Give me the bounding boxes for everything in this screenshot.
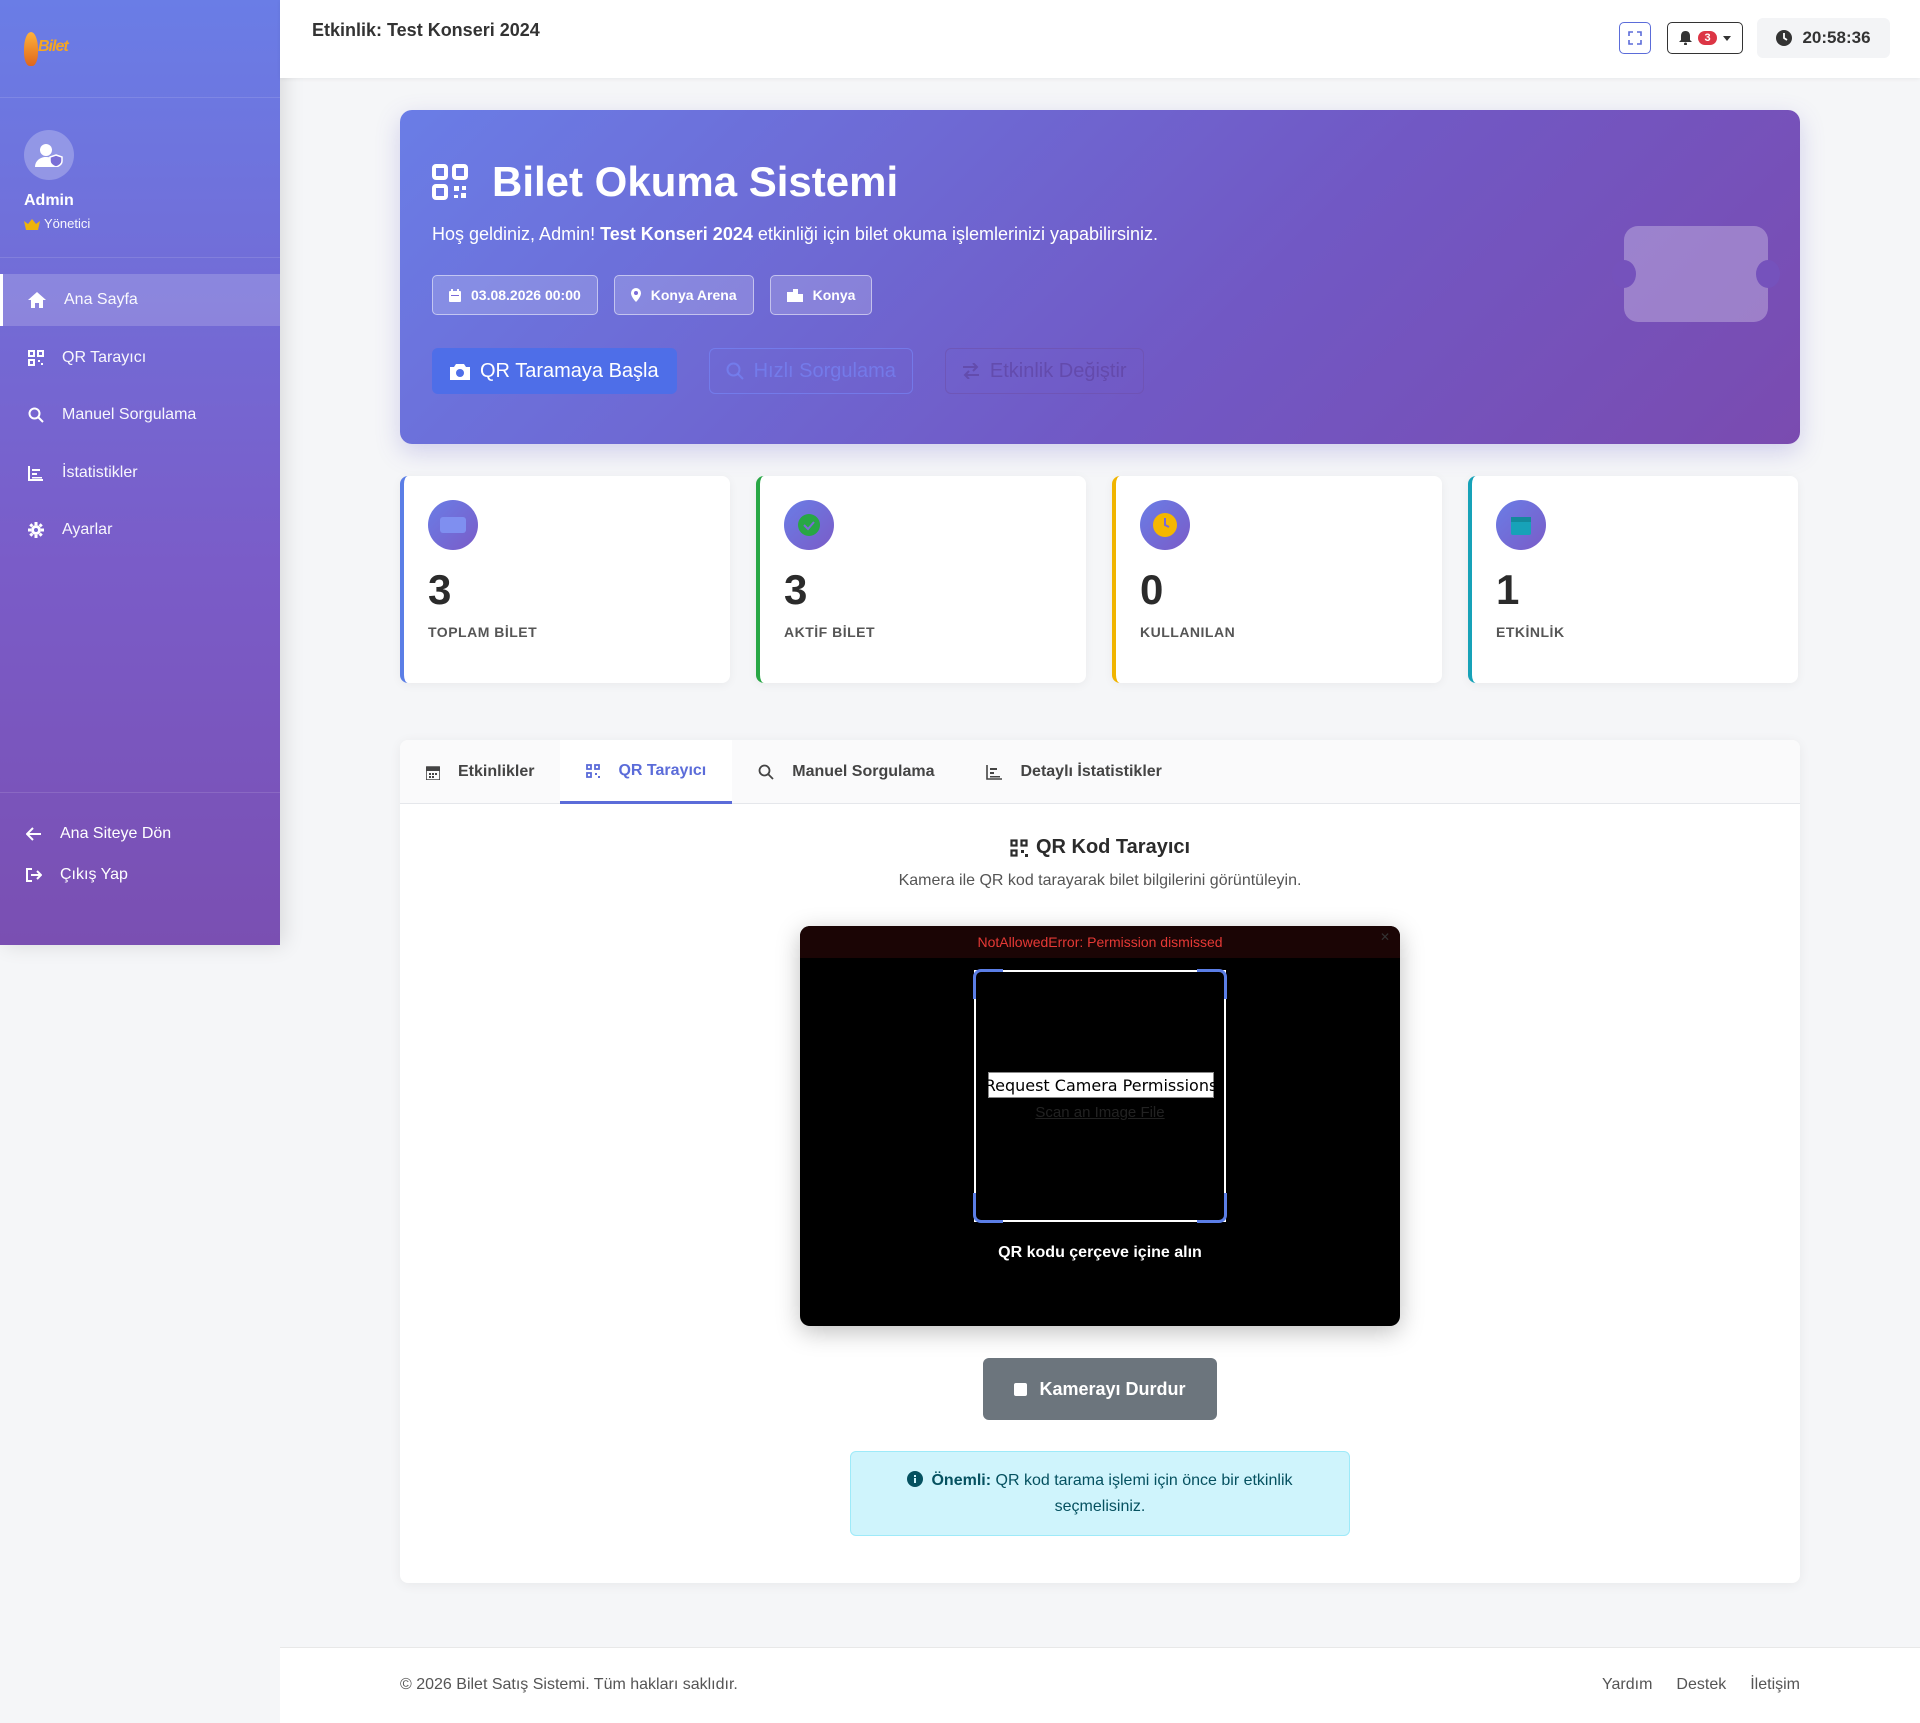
quick-query-button[interactable]: Hızlı Sorgulama [708,348,913,394]
sidebar-item-qr-scanner[interactable]: QR Tarayıcı [0,332,280,384]
back-to-site-link[interactable]: Ana Siteye Dön [0,813,280,854]
logout-icon [26,867,42,882]
chart-icon [986,764,1003,780]
scanner-subtitle: Kamera ile QR kod tarayarak bilet bilgil… [898,872,1302,889]
footer: © 2026 Bilet Satış Sistemi. Tüm hakları … [280,1647,1920,1723]
stat-card-used-tickets: 0 KULLANILAN [1112,476,1442,683]
stat-label: ETKİNLİK [1496,624,1565,640]
user-shield-icon [24,130,74,180]
gear-icon [28,522,44,538]
logo-mark: Bilet [22,24,74,74]
scanner-title: QR Kod Tarayıcı [400,836,1800,859]
calendar-icon [449,288,461,302]
sidebar-nav: Ana Sayfa QR Tarayıcı Manuel Sorgulama İ… [0,258,280,556]
stat-label: AKTİF BİLET [784,624,876,640]
event-info-chips: 03.08.2026 00:00 Konya Arena Konya [432,275,873,315]
clock-icon [1140,500,1190,550]
stop-camera-button[interactable]: Kamerayı Durdur [983,1358,1217,1420]
scan-hint: QR kodu çerçeve içine alın [998,1244,1202,1261]
camera-viewport: NotAllowedError: Permission dismissed ✕ … [800,926,1400,1326]
sidebar-item-manual-query[interactable]: Manuel Sorgulama [0,389,280,441]
tab-detailed-statistics[interactable]: Detaylı İstatistikler [960,740,1187,804]
event-city-chip: Konya [769,275,873,315]
stat-value: 3 [784,566,808,613]
scan-image-file-link[interactable]: Scan an Image File [976,1104,1224,1121]
sidebar-item-settings[interactable]: Ayarlar [0,504,280,556]
expand-icon [1628,31,1642,45]
tab-qr-scanner[interactable]: QR Tarayıcı [560,740,733,804]
arrow-left-icon [26,826,41,841]
qr-icon [432,164,468,200]
city-icon [786,288,803,302]
search-icon [28,407,44,423]
logout-link[interactable]: Çıkış Yap [0,854,280,895]
calendar-icon [426,765,440,780]
qr-icon [28,349,44,366]
exchange-icon [962,363,979,379]
camera-icon [450,363,470,380]
tab-bar: Etkinlikler QR Tarayıcı Manuel Sorgulama… [400,740,1800,804]
stat-value: 0 [1140,566,1164,613]
map-pin-icon [630,288,641,302]
ticket-icon [1612,226,1780,322]
event-venue-chip: Konya Arena [613,275,754,315]
scan-frame: Request Camera Permissions Scan an Image… [973,969,1227,1223]
clock: 20:58:36 [1757,18,1890,58]
qr-icon [586,763,601,778]
fullscreen-button[interactable] [1619,22,1651,54]
stop-icon [1014,1382,1028,1396]
copyright: © 2026 Bilet Satış Sistemi. Tüm hakları … [400,1676,738,1693]
stat-value: 3 [428,566,452,613]
check-circle-icon [784,500,834,550]
ticket-icon [428,500,478,550]
sidebar: Bilet Admin Yönetici Ana Sayfa QR Tarayı… [0,0,280,945]
chart-icon [28,465,43,481]
scanner-card: Etkinlikler QR Tarayıcı Manuel Sorgulama… [400,740,1800,1583]
page-title: Etkinlik: Test Konseri 2024 [312,20,540,40]
sidebar-item-home[interactable]: Ana Sayfa [0,274,280,326]
bell-icon [1679,31,1693,45]
home-icon [28,292,46,308]
stat-label: TOPLAM BİLET [428,624,538,640]
user-panel: Admin Yönetici [0,98,280,258]
sidebar-bottom: Ana Siteye Dön Çıkış Yap [0,792,280,895]
notification-badge: 3 [1698,31,1717,45]
notifications-button[interactable]: 3 [1667,22,1743,54]
clock-icon [1776,30,1793,46]
tab-events[interactable]: Etkinlikler [400,740,560,804]
user-name: Admin [24,192,74,209]
hero-title: Bilet Okuma Sistemi [432,158,898,206]
crown-icon [24,218,40,230]
chevron-down-icon [1722,35,1731,41]
stat-card-active-tickets: 3 AKTİF BİLET [756,476,1086,683]
footer-link-contact[interactable]: İletişim [1750,1676,1800,1694]
stat-card-events: 1 ETKİNLİK [1468,476,1798,683]
change-event-button[interactable]: Etkinlik Değiştir [944,348,1144,394]
footer-link-support[interactable]: Destek [1676,1676,1726,1694]
close-icon[interactable]: ✕ [1380,930,1390,944]
info-alert: Önemli: QR kod tarama işlemi için önce b… [850,1451,1350,1536]
topbar: Etkinlik: Test Konseri 2024 3 20:58:36 [280,0,1920,78]
user-role: Yönetici [24,216,256,231]
camera-error-message: NotAllowedError: Permission dismissed [800,926,1400,958]
hero-banner: Bilet Okuma Sistemi Hoş geldiniz, Admin!… [400,110,1800,444]
hero-greeting: Hoş geldiniz, Admin! Test Konseri 2024 e… [432,224,1159,244]
footer-link-help[interactable]: Yardım [1602,1676,1652,1694]
sidebar-item-statistics[interactable]: İstatistikler [0,447,280,499]
footer-links: Yardım Destek İletişim [1602,1676,1800,1694]
qr-icon [1010,838,1028,857]
calendar-icon [1496,500,1546,550]
stat-value: 1 [1496,566,1520,613]
start-qr-scan-button[interactable]: QR Taramaya Başla [432,348,677,394]
info-icon [907,1471,924,1487]
stat-card-total-tickets: 3 TOPLAM BİLET [400,476,730,683]
search-icon [726,362,744,380]
request-camera-permissions-button[interactable]: Request Camera Permissions [985,1072,1217,1098]
tab-manual-query[interactable]: Manuel Sorgulama [732,740,960,804]
stat-label: KULLANILAN [1140,624,1236,640]
event-date-chip: 03.08.2026 00:00 [432,275,598,315]
hero-actions: QR Taramaya Başla Hızlı Sorgulama Etkinl… [432,348,1144,394]
search-icon [758,764,774,780]
logo[interactable]: Bilet [0,0,280,98]
